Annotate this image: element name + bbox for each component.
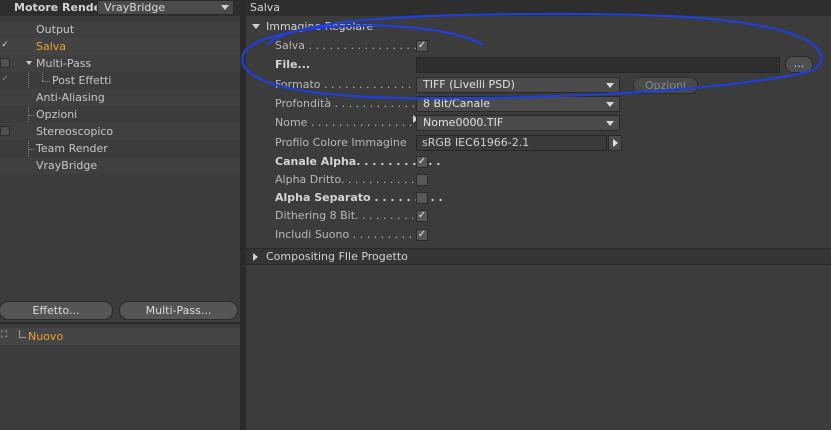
- expand-triangle-icon: [253, 253, 258, 261]
- tree-item-label: Team Render: [36, 142, 108, 155]
- panel-title-bar: Salva: [246, 0, 831, 16]
- nome-label: Nome . . . . . . . . . . . . . . . . .: [275, 116, 427, 129]
- collapse-triangle-icon: [252, 24, 260, 29]
- section-title: Compositing FIle Progetto: [266, 250, 408, 263]
- row-salva: Salva . . . . . . . . . . . . . . . . . …: [246, 37, 831, 55]
- tree-item-label: Salva: [36, 40, 67, 53]
- multi-pass-button[interactable]: Multi-Pass...: [119, 301, 238, 320]
- profondita-label: Profondità . . . . . . . . . . . . .: [275, 97, 423, 110]
- effetto-button[interactable]: Effetto...: [0, 301, 113, 320]
- tree-connector: [19, 330, 26, 338]
- dithering-checkbox[interactable]: ✓: [416, 210, 428, 222]
- salva-checkbox[interactable]: ✓: [416, 40, 428, 52]
- tree-item-label: Multi-Pass: [36, 57, 92, 70]
- formato-label: Formato . . . . . . . . . . . . . . .: [275, 78, 426, 91]
- tree-item-vraybridge[interactable]: VrayBridge: [0, 157, 240, 174]
- tree-item-label: Opzioni: [36, 108, 78, 121]
- chevron-down-icon: [221, 5, 229, 10]
- chevron-down-icon: [606, 121, 614, 126]
- profondita-value: 8 Bit/Canale: [423, 97, 491, 110]
- browse-file-button[interactable]: ...: [785, 56, 813, 73]
- renderer-dropdown-value: VrayBridge: [104, 1, 166, 14]
- tree-item-salva[interactable]: ✓ Salva: [0, 38, 240, 55]
- preset-item-nuovo[interactable]: ⛶ Nuovo: [0, 328, 240, 345]
- row-profilo-colore: Profilo Colore Immagine sRGB IEC61966-2.…: [246, 134, 831, 152]
- includi-suono-label: Includi Suono . . . . . . . . . . .: [275, 228, 427, 241]
- row-alpha-separato: Alpha Separato . . . . . . . . .: [246, 189, 831, 207]
- tree-item-label: VrayBridge: [36, 159, 98, 172]
- section-immagine-regolare[interactable]: Immagine Regolare: [246, 19, 831, 36]
- row-nome: Nome . . . . . . . . . . . . . . . . . N…: [246, 114, 831, 132]
- tree-item-output[interactable]: Output: [0, 21, 240, 38]
- canale-alpha-checkbox[interactable]: ✓: [416, 156, 428, 168]
- enabled-checkbox[interactable]: ✓: [0, 75, 10, 85]
- alpha-dritto-label: Alpha Dritto. . . . . . . . . . . . .: [275, 173, 429, 186]
- preset-label: Nuovo: [28, 330, 64, 343]
- expand-arrow-icon[interactable]: [26, 61, 32, 65]
- formato-dropdown[interactable]: TIFF (Livelli PSD): [416, 77, 620, 93]
- tree-item-opzioni[interactable]: Opzioni: [0, 106, 240, 123]
- tree-item-stereoscopico[interactable]: Stereoscopico: [0, 123, 240, 140]
- render-settings-tree-panel: Motore Render VrayBridge Output ✓ Salva …: [0, 0, 240, 430]
- renderer-dropdown[interactable]: VrayBridge: [97, 0, 234, 15]
- tree-item-post-effetti[interactable]: ✓ Post Effetti: [0, 72, 240, 89]
- row-profondita: Profondità . . . . . . . . . . . . . 8 B…: [246, 95, 831, 113]
- tree-item-anti-aliasing[interactable]: Anti-Aliasing: [0, 89, 240, 106]
- includi-suono-checkbox[interactable]: ✓: [416, 229, 428, 241]
- alpha-dritto-checkbox[interactable]: [416, 174, 428, 186]
- salva-label: Salva . . . . . . . . . . . . . . . . .: [275, 39, 424, 52]
- profilo-field[interactable]: sRGB IEC61966-2.1: [416, 135, 607, 151]
- alpha-separato-checkbox[interactable]: [416, 192, 428, 204]
- nome-dropdown[interactable]: Nome0000.TIF: [416, 115, 620, 131]
- file-path-field[interactable]: [416, 57, 780, 73]
- formato-value: TIFF (Livelli PSD): [423, 78, 515, 91]
- profilo-label: Profilo Colore Immagine: [275, 136, 407, 149]
- panel-title: Salva: [250, 1, 281, 14]
- enabled-checkbox[interactable]: [0, 58, 10, 68]
- enabled-checkbox[interactable]: [0, 126, 10, 136]
- nome-value: Nome0000.TIF: [423, 116, 504, 129]
- tree-item-label: Post Effetti: [52, 74, 112, 87]
- salva-settings-panel: Salva Immagine Regolare Salva . . . . . …: [246, 0, 831, 430]
- profilo-play-icon[interactable]: [608, 135, 622, 151]
- enabled-checkbox[interactable]: ✓: [0, 41, 10, 51]
- file-label: File...: [275, 58, 311, 71]
- row-canale-alpha: Canale Alpha. . . . . . . . . . . ✓: [246, 153, 831, 171]
- tree-item-team-render[interactable]: Team Render: [0, 140, 240, 157]
- tree-item-label: Output: [36, 23, 75, 36]
- row-formato: Formato . . . . . . . . . . . . . . . TI…: [246, 76, 831, 94]
- renderer-header: Motore Render VrayBridge: [0, 0, 240, 16]
- section-compositing-file-progetto[interactable]: Compositing FIle Progetto: [246, 248, 831, 265]
- tree-item-label: Stereoscopico: [36, 125, 114, 138]
- tree-item-label: Anti-Aliasing: [36, 91, 105, 104]
- tree-item-multi-pass[interactable]: Multi-Pass: [0, 55, 240, 72]
- section-title: Immagine Regolare: [266, 20, 374, 33]
- opzioni-button[interactable]: Opzioni: [633, 77, 698, 94]
- dithering-label: Dithering 8 Bit. . . . . . . . . . .: [275, 209, 429, 222]
- chevron-down-icon: [606, 83, 614, 88]
- row-alpha-dritto: Alpha Dritto. . . . . . . . . . . . .: [246, 171, 831, 189]
- profondita-dropdown[interactable]: 8 Bit/Canale: [416, 96, 620, 112]
- renderer-label: Motore Render: [14, 1, 107, 14]
- row-includi-suono: Includi Suono . . . . . . . . . . . ✓: [246, 226, 831, 244]
- render-preset-icon: ⛶: [1, 330, 8, 340]
- row-dithering: Dithering 8 Bit. . . . . . . . . . . ✓: [246, 207, 831, 225]
- divider: [0, 322, 240, 324]
- chevron-down-icon: [606, 102, 614, 107]
- row-file: File... ...: [246, 56, 831, 74]
